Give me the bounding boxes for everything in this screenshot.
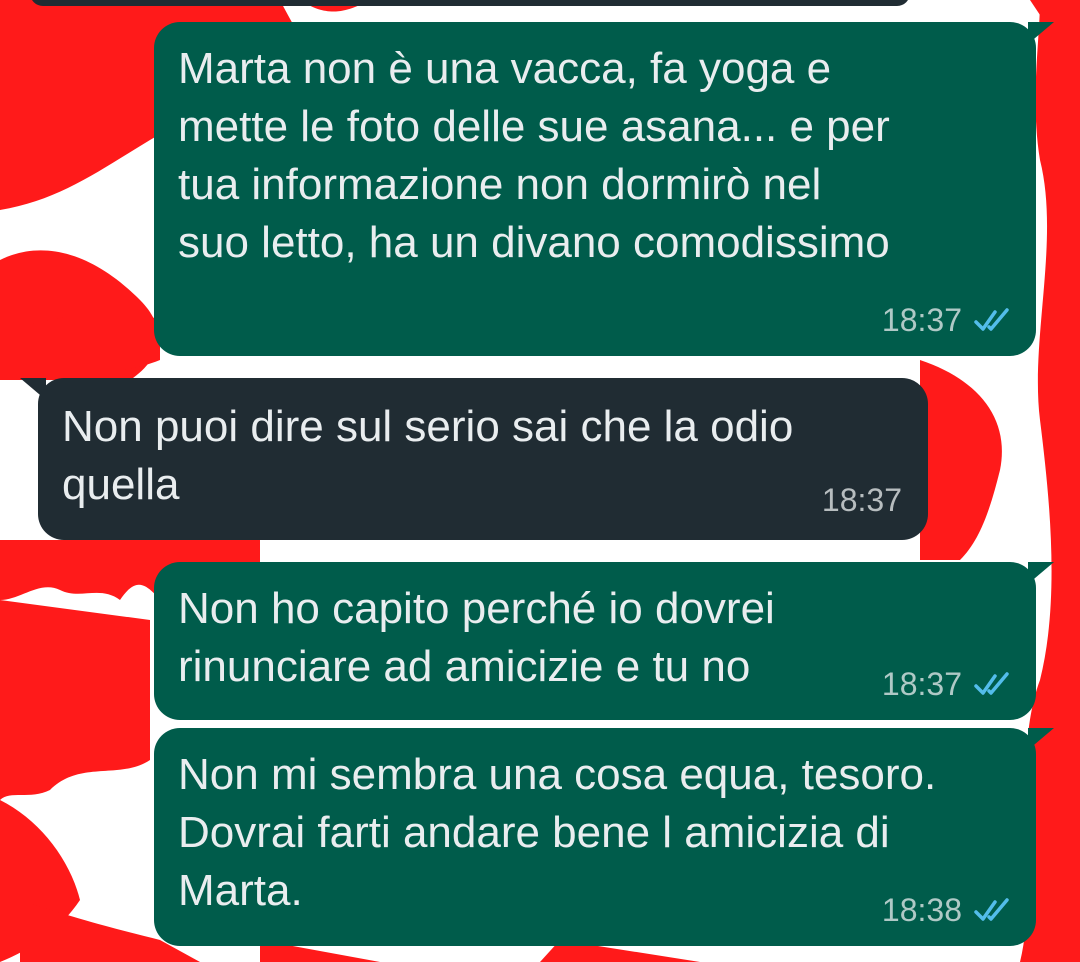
message-time: 18:37 bbox=[821, 482, 902, 518]
double-check-read-icon bbox=[974, 898, 1009, 921]
message-time: 18:37 bbox=[881, 666, 962, 702]
message-time: 18:38 bbox=[881, 892, 962, 928]
message-bubble-outgoing[interactable]: Non ho capito perché io dovrei rinunciar… bbox=[154, 562, 1054, 720]
message-bubble-incoming[interactable]: Non puoi dire sul serio sai che la odio … bbox=[20, 378, 928, 540]
message-text: Marta non è una vacca, fa yoga e mette l… bbox=[178, 44, 890, 267]
chat-area[interactable]: Marta non è una vacca, fa yoga e mette l… bbox=[0, 0, 1080, 962]
previous-message-edge bbox=[30, 0, 910, 6]
message-meta: 18:37 bbox=[882, 302, 1016, 338]
message-bubble-outgoing[interactable]: Marta non è una vacca, fa yoga e mette l… bbox=[154, 22, 1054, 356]
message-meta: 18:37 bbox=[882, 666, 1016, 702]
message-text: Non puoi dire sul serio sai che la odio … bbox=[62, 402, 794, 509]
message-text: Non ho capito perché io dovrei rinunciar… bbox=[178, 584, 775, 691]
double-check-read-icon bbox=[974, 308, 1009, 331]
message-time: 18:37 bbox=[881, 302, 962, 338]
message-bubble-outgoing[interactable]: Non mi sembra una cosa equa, tesoro. Dov… bbox=[154, 728, 1054, 946]
message-meta: 18:37 bbox=[822, 482, 902, 518]
double-check-read-icon bbox=[974, 672, 1009, 695]
message-meta: 18:38 bbox=[882, 892, 1016, 928]
